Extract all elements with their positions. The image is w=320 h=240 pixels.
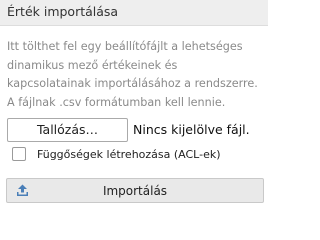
create-dependencies-checkbox[interactable]: [12, 147, 26, 161]
file-input-row: Tallózás… Nincs kijelölve fájl.: [7, 118, 265, 142]
import-button[interactable]: Importálás: [6, 178, 264, 203]
panel-title: Érték importálása: [7, 4, 119, 19]
file-status: Nincs kijelölve fájl.: [133, 122, 250, 137]
panel-header: Érték importálása: [0, 0, 268, 26]
create-dependencies-label[interactable]: Függőségek létrehozása (ACL-ek): [37, 147, 221, 163]
create-dependencies-option[interactable]: Függőségek létrehozása (ACL-ek): [12, 146, 262, 164]
panel-description: Itt tölthet fel egy beállítófájlt a lehe…: [7, 40, 258, 109]
browse-button[interactable]: Tallózás…: [7, 118, 128, 142]
import-button-label: Importálás: [102, 184, 168, 198]
import-values-panel: Érték importálása Itt tölthet fel egy be…: [0, 0, 268, 213]
